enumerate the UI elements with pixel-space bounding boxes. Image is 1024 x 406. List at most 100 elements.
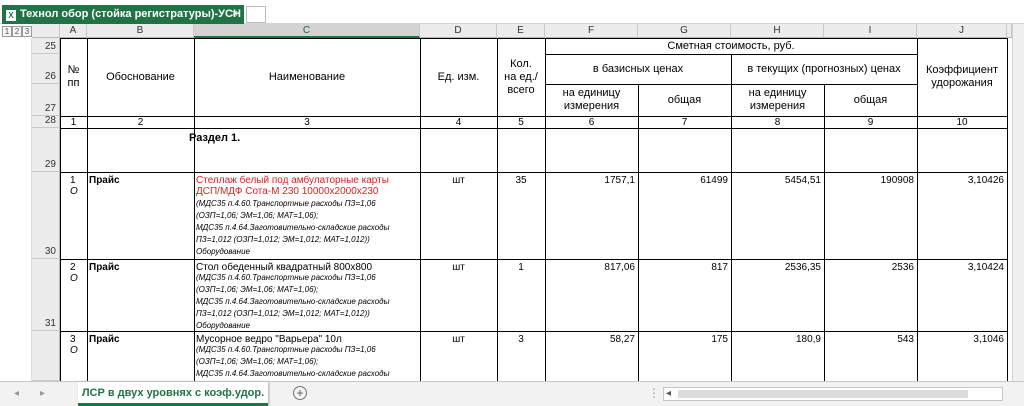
excel-icon: X	[6, 10, 16, 21]
select-all-corner[interactable]	[32, 24, 60, 38]
item-cur-unit: 180,9	[795, 334, 821, 345]
col-number: 1	[70, 116, 77, 128]
spreadsheet-grid[interactable]: 1 2 3 A B C D E F G H I J 25 26 27 28 29…	[0, 24, 1012, 381]
column-header-j[interactable]: J	[917, 24, 1007, 38]
item-coef: 3,10424	[967, 262, 1004, 273]
item-cur-total: 190908	[880, 175, 914, 186]
item-unit: шт	[452, 334, 465, 345]
item-sub: О	[70, 273, 78, 284]
sheet-tab-bar: ◂ ▸ ЛСР в двух уровнях с коэф.удор. + ⋮ …	[0, 381, 1024, 406]
header-unit: Ед. изм.	[437, 70, 480, 83]
item-qty: 1	[518, 262, 524, 273]
header-estimate: Сметная стоимость, руб.	[667, 39, 795, 52]
border-line	[60, 128, 1007, 129]
item-name-line: Стеллаж белый под амбулаторные карты	[196, 175, 389, 186]
add-sheet-icon[interactable]: +	[293, 386, 307, 400]
item-note: (МДС35 п.4.60.Транспортные расходы ПЗ=1,…	[196, 199, 376, 208]
outline-level-1-button[interactable]: 1	[2, 26, 12, 37]
col-number: 6	[588, 116, 595, 128]
item-base-total: 61499	[700, 175, 728, 186]
scroll-thumb[interactable]	[678, 390, 968, 398]
border-line	[60, 172, 1007, 173]
item-num: 1	[70, 175, 76, 186]
outline-level-2-button[interactable]: 2	[12, 26, 22, 37]
header-current-prices: в текущих (прогнозных) ценах	[747, 62, 901, 75]
item-num: 2	[70, 262, 76, 273]
item-basis: Прайс	[89, 175, 120, 186]
item-note: (ОЗП=1,06; ЭМ=1,06; МАТ=1,06);	[196, 211, 319, 220]
item-note: (МДС35 п.4.60.Транспортные расходы ПЗ=1,…	[196, 345, 376, 354]
item-base-unit: 58,27	[609, 334, 635, 345]
header-base-per-unit: на единицу измерения	[562, 87, 621, 112]
outline-gutter	[0, 38, 32, 381]
item-unit: шт	[452, 175, 465, 186]
item-note: ПЗ=1,012 (ОЗП=1,012; ЭМ=1,012; МАТ=1,012…	[196, 309, 370, 318]
item-note: МДС35 п.4.64.Заготовительно-складские ра…	[196, 223, 390, 232]
item-qty: 35	[515, 175, 527, 186]
scroll-left-icon[interactable]: ◂	[666, 388, 671, 400]
more-options-icon[interactable]: ⋮	[648, 386, 660, 400]
header-num: № пп	[67, 64, 80, 89]
row-header-27[interactable]: 27	[32, 84, 60, 116]
item-cur-total: 2536	[891, 262, 914, 273]
column-header-i[interactable]: I	[824, 24, 917, 38]
item-num: 3	[70, 334, 76, 345]
sheet-tab-active[interactable]: ЛСР в двух уровнях с коэф.удор.	[78, 382, 268, 406]
item-cur-total: 543	[897, 334, 914, 345]
item-sub: О	[70, 345, 78, 356]
item-coef: 3,1046	[973, 334, 1004, 345]
column-header-b[interactable]: B	[87, 24, 194, 38]
col-number: 10	[956, 116, 968, 128]
item-base-unit: 817,06	[604, 262, 635, 273]
column-header-c[interactable]: C	[194, 24, 420, 38]
item-base-total: 175	[711, 334, 728, 345]
row-header-32[interactable]	[32, 331, 60, 381]
column-header-d[interactable]: D	[420, 24, 497, 38]
item-note: (ОЗП=1,06; ЭМ=1,06; МАТ=1,06);	[196, 285, 319, 294]
col-number: 7	[681, 116, 688, 128]
row-header-29[interactable]: 29	[32, 128, 60, 172]
column-header-g[interactable]: G	[638, 24, 731, 38]
item-note: (ОЗП=1,06; ЭМ=1,06; МАТ=1,06);	[196, 357, 319, 366]
header-name: Наименование	[268, 70, 346, 83]
workbook-tab[interactable]: X Технол обор (стойка регистратуры)-УСН ×	[2, 5, 244, 24]
header-coef: Коэффициент удорожания	[925, 64, 999, 89]
item-note: Оборудование	[196, 321, 250, 330]
col-number: 5	[518, 116, 524, 128]
border-line	[1007, 38, 1008, 381]
header-cur-total: общая	[853, 93, 888, 106]
item-name-line: ДСП/МДФ Сота-М 230 10000х2000х230	[196, 186, 379, 197]
row-header-30[interactable]: 30	[32, 172, 60, 259]
row-header-26[interactable]: 26	[32, 54, 60, 84]
close-icon[interactable]: ×	[232, 8, 238, 20]
workbook-tab-bar: X Технол обор (стойка регистратуры)-УСН ×	[0, 0, 1024, 24]
item-base-unit: 1757,1	[604, 175, 635, 186]
column-header-h[interactable]: H	[731, 24, 824, 38]
horizontal-scrollbar[interactable]: ◂	[663, 387, 1003, 401]
row-header-25[interactable]: 25	[32, 38, 60, 54]
new-tab-button[interactable]	[246, 6, 266, 23]
item-note: Оборудование	[196, 247, 250, 256]
column-header-f[interactable]: F	[545, 24, 638, 38]
vertical-scrollbar[interactable]	[1012, 24, 1024, 381]
item-sub: О	[70, 186, 78, 197]
header-basis: Обоснование	[106, 70, 175, 83]
next-sheet-icon[interactable]: ▸	[40, 388, 45, 399]
item-note: (МДС35 п.4.60.Транспортные расходы ПЗ=1,…	[196, 273, 376, 282]
outline-level-3-button[interactable]: 3	[22, 26, 32, 37]
item-coef: 3,10426	[967, 175, 1004, 186]
column-header-a[interactable]: A	[60, 24, 87, 38]
column-header-e[interactable]: E	[497, 24, 545, 38]
item-cur-unit: 2536,35	[784, 262, 821, 273]
col-number: 2	[137, 116, 144, 128]
border-line	[60, 259, 1007, 260]
col-number: 4	[455, 116, 462, 128]
header-qty: Кол. на ед./ всего	[504, 57, 538, 96]
item-cur-unit: 5454,51	[784, 175, 821, 186]
item-note: МДС35 п.4.64.Заготовительно-складские ра…	[196, 369, 390, 378]
row-header-31[interactable]: 31	[32, 259, 60, 331]
row-header-28[interactable]: 28	[32, 115, 60, 128]
prev-sheet-icon[interactable]: ◂	[14, 388, 19, 399]
item-note: МДС35 п.4.64.Заготовительно-складские ра…	[196, 297, 390, 306]
item-note: ПЗ=1,012 (ОЗП=1,012; ЭМ=1,012; МАТ=1,012…	[196, 235, 370, 244]
